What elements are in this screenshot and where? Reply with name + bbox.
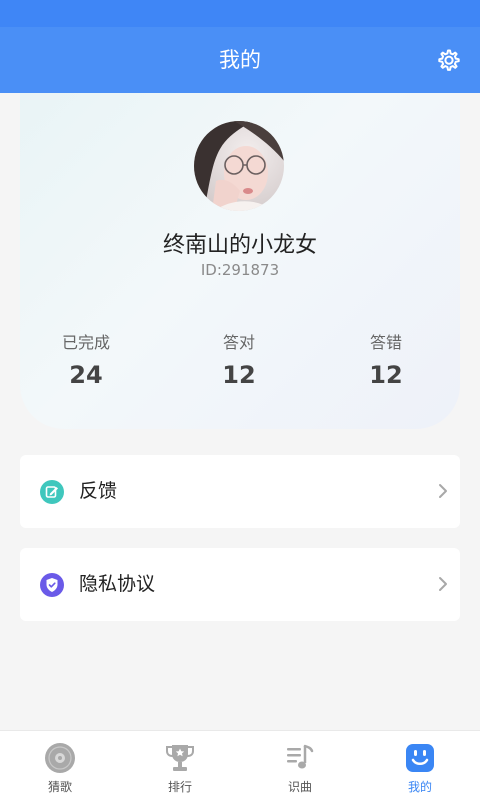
stat-wrong: 答错 12 [326, 329, 446, 389]
stat-value: 12 [222, 361, 256, 389]
shield-check-icon [40, 573, 64, 597]
chevron-right-icon [439, 577, 447, 591]
stat-label: 答错 [369, 333, 402, 352]
menu-label: 反馈 [79, 480, 118, 502]
tab-mine[interactable]: 我的 [360, 731, 480, 801]
menu-label: 隐私协议 [79, 573, 156, 595]
music-list-icon [287, 744, 314, 769]
disc-icon [45, 743, 75, 773]
tab-ranking[interactable]: 排行 [120, 731, 240, 801]
status-bar [0, 0, 480, 27]
stat-value: 24 [69, 361, 103, 389]
gear-icon [438, 49, 460, 71]
tab-label: 我的 [407, 780, 432, 794]
user-id: ID:291873 [200, 261, 280, 279]
profile-card: 终南山的小龙女 ID:291873 已完成 24 答对 12 答错 12 [20, 93, 460, 429]
trophy-icon [166, 745, 194, 771]
stat-value: 12 [369, 361, 403, 389]
tab-identify-song[interactable]: 识曲 [240, 731, 360, 801]
smile-face-icon [406, 744, 434, 772]
stat-completed: 已完成 24 [26, 329, 146, 389]
tab-guess-song[interactable]: 猜歌 [0, 731, 120, 801]
settings-button[interactable] [436, 47, 462, 73]
edit-icon [40, 480, 64, 504]
tab-label: 识曲 [287, 780, 312, 794]
tab-label: 猜歌 [47, 780, 72, 794]
page-title: 我的 [219, 48, 261, 72]
chevron-right-icon [439, 484, 447, 498]
header: 我的 [0, 27, 480, 93]
avatar[interactable] [194, 121, 284, 211]
tab-label: 排行 [167, 780, 192, 794]
username: 终南山的小龙女 [162, 233, 317, 258]
stat-label: 答对 [222, 333, 255, 352]
stat-correct: 答对 12 [179, 329, 299, 389]
menu-item-feedback[interactable]: 反馈 [20, 455, 460, 528]
stat-label: 已完成 [61, 333, 110, 352]
menu-item-privacy[interactable]: 隐私协议 [20, 548, 460, 621]
bottom-nav: 猜歌 排行 识曲 我的 [0, 730, 480, 801]
